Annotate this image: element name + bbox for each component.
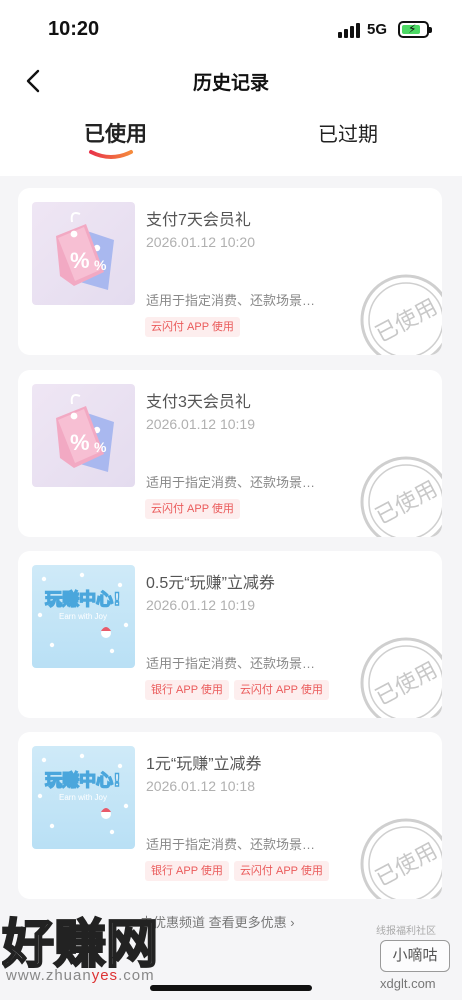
coupon-description: 适用于指定消费、还款场景… [146,656,316,671]
coupon-card[interactable]: 玩赚中心! Earn with Joy 0.5元“玩赚”立减券 2026.01.12 … [18,551,442,718]
coupon-card[interactable]: % % 支付7天会员礼 2026.01.12 10:20 适用于指定消费、还款场景…… [18,188,442,355]
usage-badges: 云闪付 APP 使用 [145,499,245,519]
nav-bar: 历史记录 [0,60,462,104]
used-stamp: 已使用 [358,635,442,718]
usage-badges: 云闪付 APP 使用 [145,317,245,337]
used-stamp: 已使用 [358,816,442,899]
svg-text:好赚网: 好赚网 [2,915,158,974]
svg-text:%: % [70,430,90,455]
svg-text:已使用: 已使用 [372,658,442,711]
coupon-description: 适用于指定消费、还款场景… [146,837,316,852]
watermark-url-right: xdglt.com [380,976,436,991]
usage-badge: 云闪付 APP 使用 [233,680,329,700]
tag-percent-icon: % % [32,384,135,487]
tab-expired[interactable]: 已过期 [318,118,378,147]
watermark-caption: 线报福利社区 [376,926,436,937]
svg-text:玩赚中心!: 玩赚中心! [45,589,121,610]
coupon-date: 2026.01.12 10:19 [146,597,255,613]
home-indicator[interactable] [150,985,312,991]
coupon-title: 1元“玩赚”立减券 [146,756,262,773]
watermark-url: www.zhuanyes.com [6,967,155,984]
usage-badges: 银行 APP 使用 云闪付 APP 使用 [145,680,334,700]
usage-badges: 银行 APP 使用 云闪付 APP 使用 [145,861,334,881]
used-stamp: 已使用 [358,272,442,355]
coupon-card[interactable]: % % 支付3天会员礼 2026.01.12 10:19 适用于指定消费、还款场景…… [18,370,442,537]
watermark-badge: 小嘀咕 [380,940,450,972]
tab-active-indicator [89,150,133,159]
used-stamp: 已使用 [358,454,442,537]
svg-text:%: % [94,257,107,273]
signal-icon [338,22,360,38]
usage-badge: 云闪付 APP 使用 [233,861,329,881]
svg-text:已使用: 已使用 [372,839,442,892]
coupon-title: 支付7天会员礼 [146,212,251,229]
tab-used[interactable]: 已使用 [84,118,147,148]
header-area: 10:20 5G ⚡ 历史记录 已使用 已过期 [0,0,462,176]
tag-percent-icon: % % [32,202,135,305]
coupon-date: 2026.01.12 10:19 [146,416,255,432]
coupon-description: 适用于指定消费、还款场景… [146,293,316,308]
svg-text:%: % [70,248,90,273]
network-type: 5G [367,21,388,38]
usage-badge: 云闪付 APP 使用 [145,499,240,519]
page-title: 历史记录 [192,73,269,94]
svg-text:%: % [94,439,107,455]
coupon-description: 适用于指定消费、还款场景… [146,475,316,490]
coupon-title: 0.5元“玩赚”立减券 [146,575,275,592]
svg-text:Earn with Joy: Earn with Joy [59,793,107,802]
coupon-date: 2026.01.12 10:20 [146,234,255,250]
coupon-date: 2026.01.12 10:18 [146,778,255,794]
play-earn-logo: 玩赚中心! Earn with Joy [32,565,135,668]
svg-text:Earn with Joy: Earn with Joy [59,612,107,621]
status-bar: 10:20 5G ⚡ [0,0,462,60]
usage-badge: 云闪付 APP 使用 [145,317,240,337]
coupon-title: 支付3天会员礼 [146,394,251,411]
watermark-logo: 好赚网 [2,914,159,974]
tab-bar: 已使用 已过期 [0,114,462,164]
coupon-card[interactable]: 玩赚中心! Earn with Joy 1元“玩赚”立减券 2026.01.12 10… [18,732,442,899]
svg-text:已使用: 已使用 [372,477,442,530]
usage-badge: 银行 APP 使用 [145,680,229,700]
svg-text:玩赚中心!: 玩赚中心! [45,770,121,791]
battery-icon: ⚡ [398,21,432,38]
svg-text:已使用: 已使用 [372,295,442,348]
play-earn-logo: 玩赚中心! Earn with Joy [32,746,135,849]
status-time: 10:20 [48,18,100,40]
usage-badge: 银行 APP 使用 [145,861,229,881]
